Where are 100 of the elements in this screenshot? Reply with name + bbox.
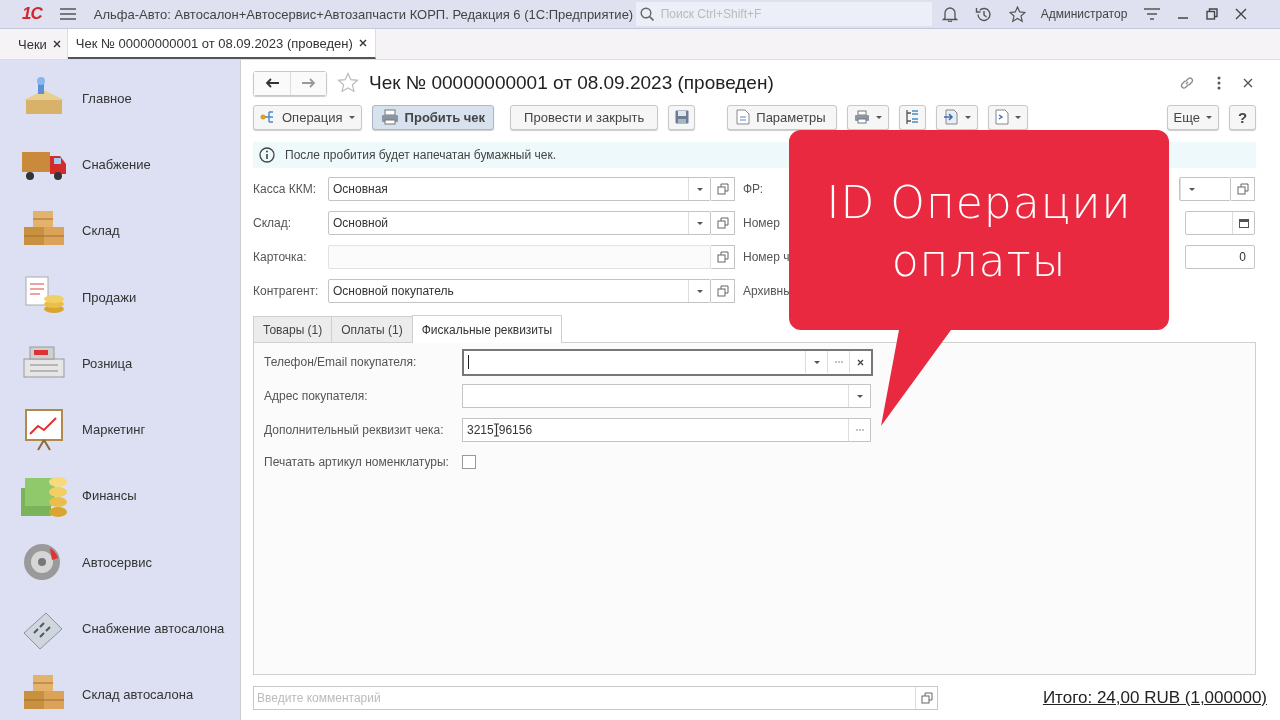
- text-cursor-icon: [492, 423, 500, 437]
- window-title: Альфа-Авто: Автосалон+Автосервис+Автозапчасти КОРП. Редакция 6 (1С:Предприятие): [93, 6, 635, 22]
- more-button[interactable]: Еще: [1166, 104, 1219, 130]
- input-field[interactable]: Основной: [328, 211, 711, 235]
- field-label: Телефон/Email покупателя:: [264, 355, 418, 369]
- report-menu-button[interactable]: [987, 104, 1028, 130]
- filter-menu-icon[interactable]: [1144, 7, 1161, 21]
- caret-icon: [1188, 187, 1195, 191]
- input-field[interactable]: Основная: [328, 177, 711, 201]
- caret-icon: [875, 115, 882, 119]
- sidebar-item[interactable]: Розница: [20, 330, 240, 397]
- tab[interactable]: Товары (1): [253, 316, 333, 342]
- info-text: После пробития будет напечатан бумажный чек.: [285, 148, 557, 162]
- sidebar-item[interactable]: Продажи: [20, 263, 240, 331]
- close-icon[interactable]: [1243, 78, 1253, 88]
- document-icon: [994, 109, 1009, 125]
- open-button[interactable]: [711, 245, 735, 269]
- field-label: ФР:: [743, 182, 765, 196]
- star-icon[interactable]: [1008, 5, 1026, 23]
- calendar-icon: [1238, 218, 1249, 228]
- caret-icon: [696, 221, 703, 225]
- open-icon: [716, 251, 729, 263]
- sidebar-item[interactable]: Главное: [20, 65, 240, 132]
- app-logo: 1С: [22, 4, 42, 24]
- total-amount: Итого: 24,00 RUB (1,000000): [1042, 688, 1267, 708]
- back-button[interactable]: [254, 71, 290, 95]
- operation-menu-button[interactable]: Операция: [253, 104, 362, 130]
- arrow-left-icon: [265, 78, 279, 88]
- input-field[interactable]: Основной покупатель: [328, 279, 711, 303]
- window-tab[interactable]: Чеки: [12, 29, 68, 59]
- open-icon: [716, 217, 729, 229]
- sidebar-item[interactable]: Склад автосалона: [20, 661, 240, 720]
- sidebar-item[interactable]: Склад: [20, 197, 240, 264]
- input-field[interactable]: 0: [1185, 245, 1255, 269]
- print-receipt-button[interactable]: Пробить чек: [371, 104, 495, 130]
- tab[interactable]: Оплаты (1): [331, 316, 413, 342]
- caret-icon: [696, 187, 703, 191]
- post-and-close-button[interactable]: Провести и закрыть: [510, 104, 659, 130]
- document-arrow-icon: [942, 109, 959, 125]
- input-field[interactable]: [462, 348, 873, 376]
- sidebar-item[interactable]: Финансы: [20, 462, 240, 530]
- star-icon[interactable]: [337, 72, 359, 94]
- open-button[interactable]: [711, 177, 735, 201]
- close-icon[interactable]: [358, 39, 367, 47]
- close-icon[interactable]: [52, 40, 61, 48]
- caret-icon: [964, 115, 971, 119]
- field-label: Карточка:: [253, 250, 308, 264]
- caret-icon: [1206, 115, 1212, 119]
- parameters-button[interactable]: Параметры: [727, 104, 837, 130]
- open-button[interactable]: [711, 279, 735, 303]
- close-icon[interactable]: [1235, 8, 1248, 20]
- arrow-right-icon: [301, 78, 316, 88]
- user-name[interactable]: Администратор: [1040, 7, 1128, 21]
- comment-placeholder: Введите комментарий: [256, 691, 382, 705]
- save-button[interactable]: [668, 104, 696, 130]
- document-icon: [736, 109, 751, 125]
- sidebar-item[interactable]: Маркетинг: [20, 396, 240, 463]
- more-icon[interactable]: [1217, 76, 1221, 90]
- caret-icon: [1014, 115, 1021, 119]
- hierarchy-icon: [905, 109, 920, 125]
- floppy-icon: [674, 110, 689, 124]
- history-icon[interactable]: [974, 5, 992, 23]
- input-field[interactable]: [462, 384, 871, 408]
- input-field[interactable]: 3215 96156: [462, 418, 871, 442]
- open-icon: [716, 285, 729, 297]
- field-label: Дополнительный реквизит чека:: [264, 423, 445, 437]
- form-title: Чек № 00000000001 от 08.09.2023 (проведен): [369, 72, 774, 94]
- open-button[interactable]: [1231, 177, 1255, 201]
- structure-button[interactable]: [898, 104, 926, 130]
- caret-icon: [813, 360, 820, 364]
- search-placeholder: Поиск Ctrl+Shift+F: [659, 7, 762, 21]
- exchange-menu-button[interactable]: [935, 104, 978, 130]
- printer-icon: [380, 109, 399, 125]
- open-button[interactable]: [711, 211, 735, 235]
- caret-icon: [348, 115, 355, 119]
- search-icon: [639, 7, 654, 21]
- help-button[interactable]: ?: [1229, 104, 1256, 130]
- input-field[interactable]: [1185, 211, 1255, 235]
- link-icon[interactable]: [1179, 75, 1195, 91]
- open-icon: [920, 692, 933, 704]
- window-tab[interactable]: Чек № 00000000001 от 08.09.2023 (проведен): [67, 29, 376, 59]
- menu-icon[interactable]: [59, 7, 76, 21]
- open-icon: [1236, 183, 1249, 195]
- tree-icon: [260, 110, 276, 124]
- field-label: Касса ККМ:: [253, 182, 317, 196]
- printer-icon: [853, 110, 870, 124]
- field-label: Адрес покупателя:: [264, 389, 369, 403]
- field-label: Номер: [743, 216, 781, 230]
- field-label: Печатать артикул номенклатуры:: [264, 455, 450, 469]
- checkbox[interactable]: [462, 455, 476, 469]
- bell-icon[interactable]: [941, 6, 958, 22]
- caret-icon: [696, 289, 703, 293]
- sidebar-item[interactable]: Снабжение автосалона: [20, 595, 240, 662]
- sidebar-item[interactable]: Снабжение: [20, 131, 240, 198]
- restore-icon[interactable]: [1206, 8, 1219, 20]
- callout-text: ID Операции оплаты: [826, 176, 1132, 288]
- tab[interactable]: Фискальные реквизиты: [411, 315, 563, 343]
- input-field[interactable]: [1179, 177, 1231, 201]
- sidebar-item[interactable]: Автосервис: [20, 529, 240, 596]
- print-menu-button[interactable]: [846, 104, 889, 130]
